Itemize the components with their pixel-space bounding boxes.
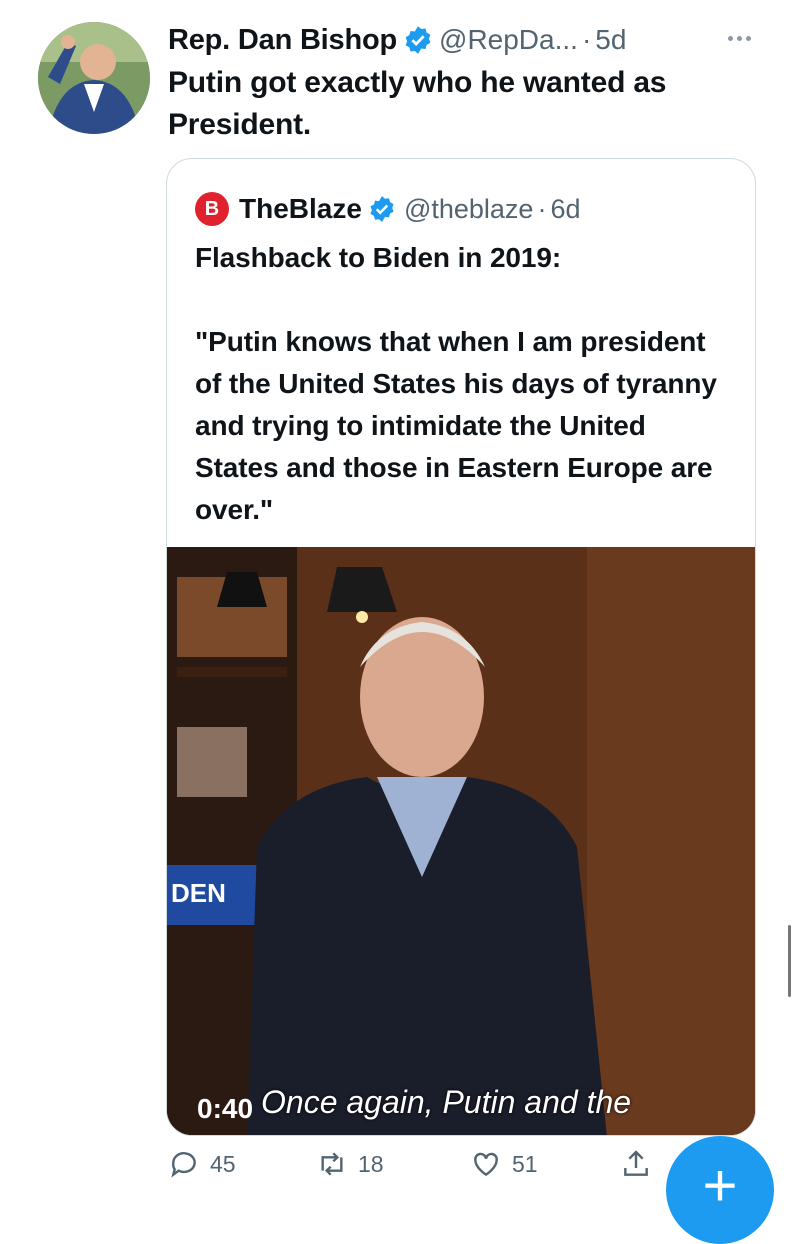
author-name[interactable]: Rep. Dan Bishop xyxy=(168,24,397,57)
retweet-button[interactable]: 18 xyxy=(316,1148,384,1180)
like-button[interactable]: 51 xyxy=(470,1148,538,1180)
quoted-tweet-time: 6d xyxy=(550,193,581,224)
tweet-text: Putin got exactly who he wanted as Presi… xyxy=(168,66,667,141)
tweet-time[interactable]: 5d xyxy=(595,24,626,56)
reply-button[interactable]: 45 xyxy=(168,1148,236,1180)
like-count: 51 xyxy=(512,1150,538,1177)
like-icon xyxy=(474,1152,498,1177)
avatar[interactable] xyxy=(38,22,150,134)
video-duration: 0:40 xyxy=(197,1093,254,1124)
share-button[interactable] xyxy=(620,1148,652,1180)
video-caption: Once again, Putin and the xyxy=(261,1084,632,1120)
separator: · xyxy=(581,24,592,55)
quoted-author-handle: @theblaze xyxy=(403,193,534,224)
background-sign: DEN xyxy=(171,878,226,908)
video-frame: DEN xyxy=(167,547,755,1135)
author-handle[interactable]: @RepDa... xyxy=(439,24,578,56)
blaze-logo-letter: B xyxy=(204,197,220,220)
quoted-tweet-text: Flashback to Biden in 2019: "Putin knows… xyxy=(195,242,717,525)
retweet-count: 18 xyxy=(358,1150,384,1177)
video-player[interactable]: DEN 0:40 Once again, Putin and the xyxy=(167,547,755,1135)
verified-badge-icon xyxy=(370,196,394,222)
blaze-logo-icon: B xyxy=(195,192,229,226)
scrollbar[interactable] xyxy=(788,925,791,997)
reply-icon xyxy=(171,1152,196,1178)
more-icon[interactable] xyxy=(728,36,796,41)
retweet-icon xyxy=(321,1152,343,1176)
compose-button[interactable]: + xyxy=(666,1136,774,1244)
tweet-header: Rep. Dan Bishop @RepDa... · 5d xyxy=(168,18,768,62)
verified-badge-icon xyxy=(405,26,431,54)
quoted-tweet[interactable]: B TheBlaze @theblaze · 6d Flashback to B… xyxy=(166,158,756,1136)
quoted-author-name: TheBlaze xyxy=(239,193,362,224)
share-icon xyxy=(624,1150,648,1176)
compose-icon: + xyxy=(702,1152,738,1219)
reply-count: 45 xyxy=(210,1150,236,1177)
quoted-tweet-header: B TheBlaze @theblaze · 6d xyxy=(195,189,580,229)
separator: · xyxy=(537,193,547,224)
